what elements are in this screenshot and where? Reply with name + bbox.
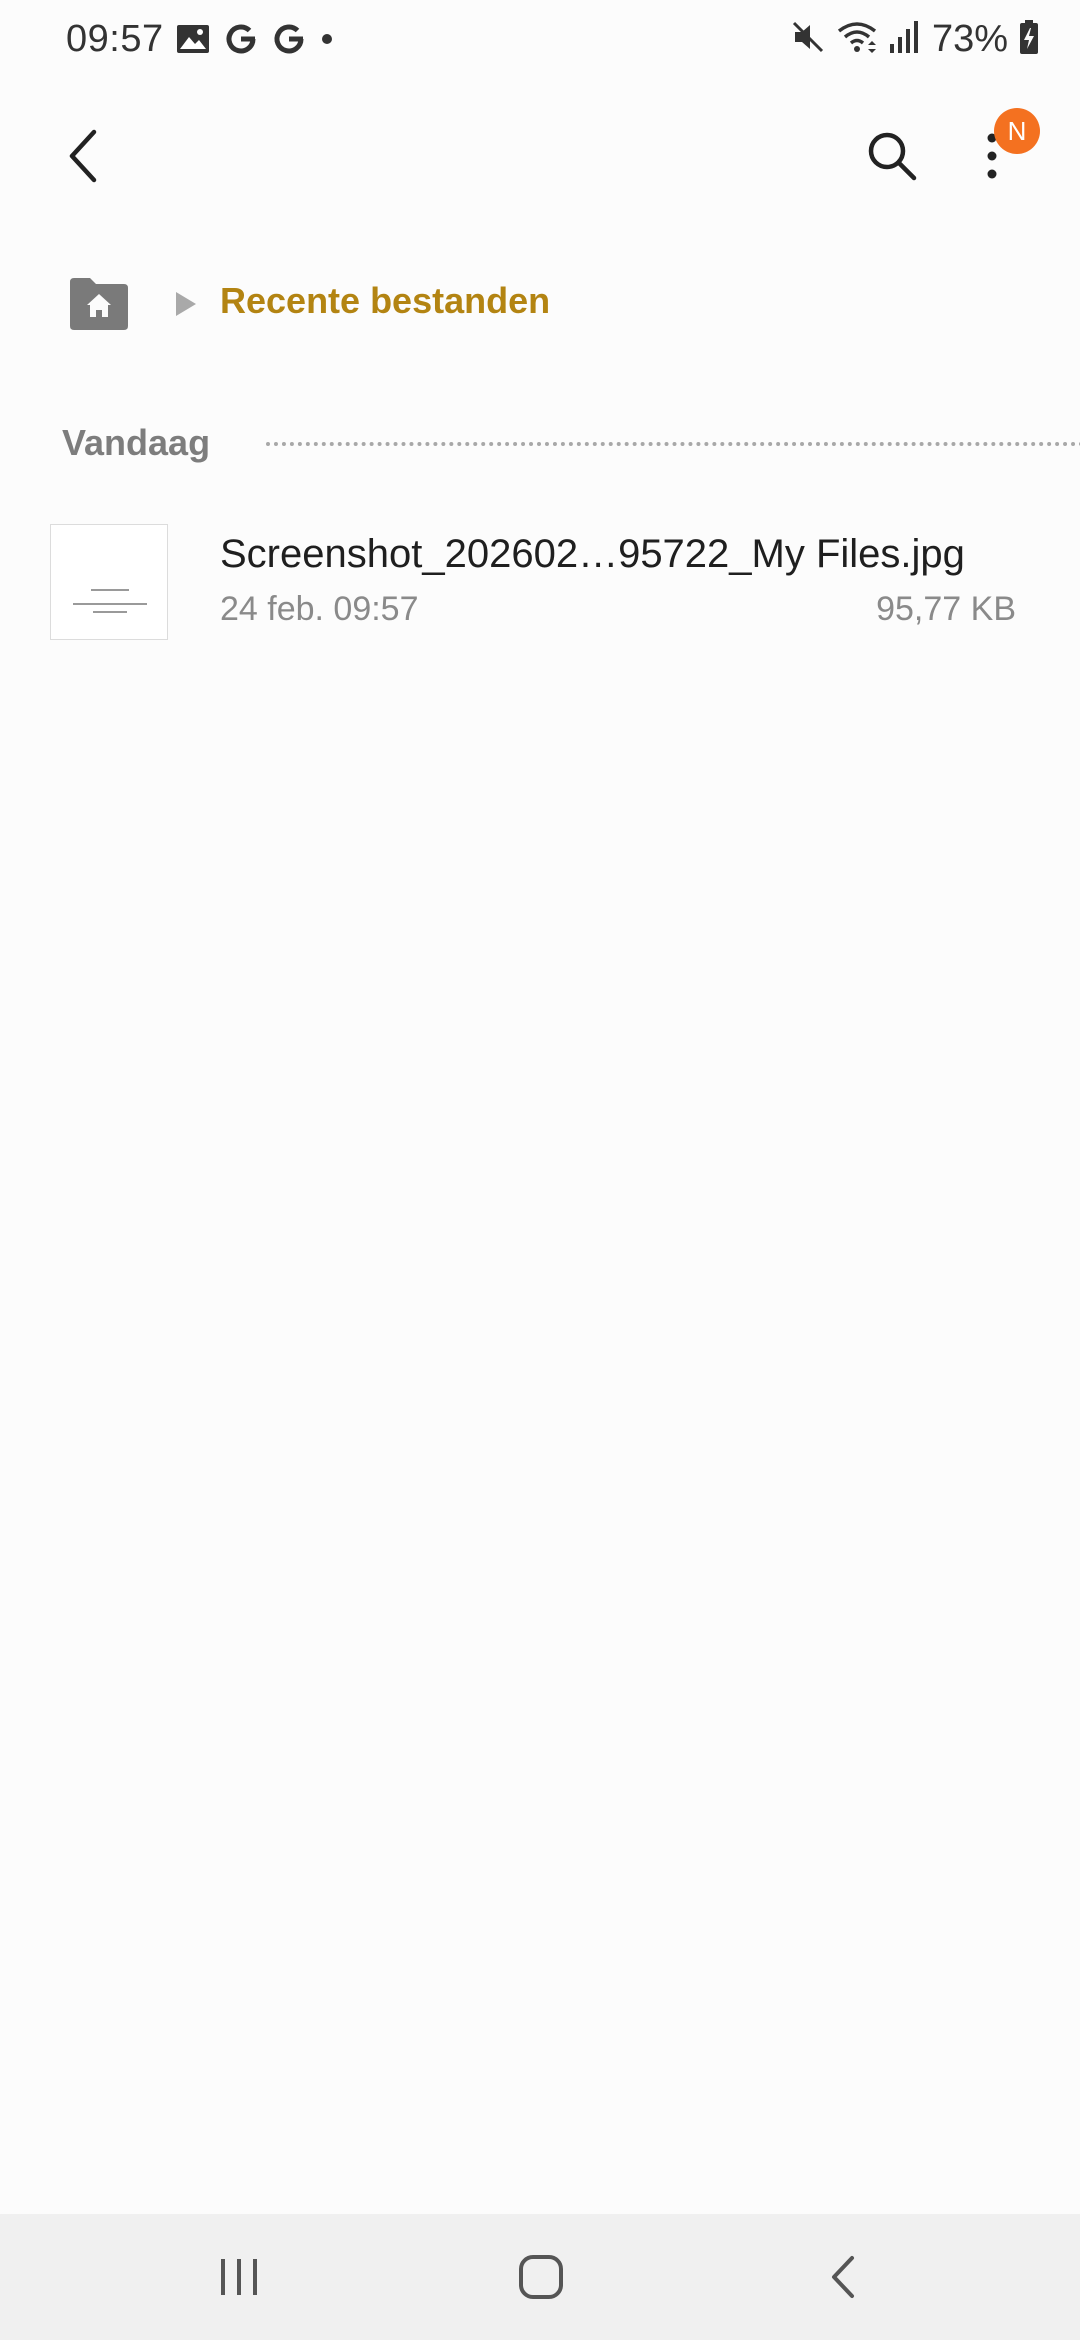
mute-icon: [790, 19, 826, 60]
section-divider: [266, 442, 1080, 446]
google-icon: [224, 22, 258, 61]
google-icon: [272, 22, 306, 61]
section-header: Vandaag: [62, 418, 1080, 474]
back-button[interactable]: [50, 122, 118, 190]
battery-icon: [1018, 19, 1040, 60]
breadcrumb-arrow-icon: [176, 292, 196, 316]
home-folder-button[interactable]: [66, 274, 132, 332]
back-arrow-icon: [832, 2256, 854, 2298]
signal-icon: [888, 20, 918, 59]
recent-apps-icon: [221, 2259, 257, 2295]
search-icon: [868, 132, 917, 181]
home-icon: [519, 2255, 563, 2299]
recent-apps-button[interactable]: [194, 2242, 284, 2312]
gallery-icon: [176, 24, 210, 59]
status-right-icons: 73%: [790, 18, 1040, 61]
breadcrumb: Recente bestanden: [0, 262, 1080, 346]
file-thumbnail: [50, 524, 168, 640]
nav-back-button[interactable]: [798, 2242, 888, 2312]
status-left-icons: [176, 22, 334, 61]
file-date: 24 feb. 09:57: [220, 590, 419, 628]
app-bar: N: [0, 100, 1080, 212]
home-button[interactable]: [496, 2242, 586, 2312]
search-button[interactable]: [858, 122, 926, 190]
section-title: Vandaag: [62, 422, 211, 463]
wifi-icon: [836, 19, 878, 60]
screen: 09:57 73% N Recente bestanden Vandaag Sc…: [0, 0, 1080, 2340]
notification-badge: N: [994, 108, 1040, 154]
battery-percentage: 73%: [931, 18, 1008, 60]
status-bar: 09:57 73%: [0, 0, 1080, 84]
home-folder-icon: [70, 278, 128, 330]
dot-icon: [320, 32, 334, 51]
file-name: Screenshot_202602…95722_My Files.jpg: [220, 532, 965, 576]
file-size: 95,77 KB: [876, 590, 1016, 628]
list-item[interactable]: Screenshot_202602…95722_My Files.jpg 24 …: [0, 512, 1080, 648]
chevron-left-icon: [69, 129, 97, 183]
status-time: 09:57: [66, 18, 164, 60]
breadcrumb-current[interactable]: Recente bestanden: [220, 280, 550, 322]
navigation-bar: [0, 2214, 1080, 2340]
